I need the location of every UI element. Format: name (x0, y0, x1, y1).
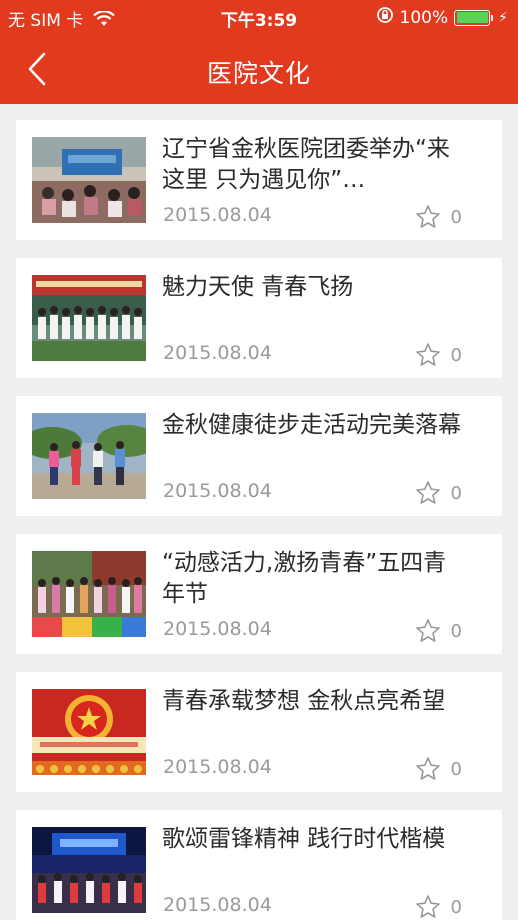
article-list: 辽宁省金秋医院团委举办“来这里 只为遇见你”… 2015.08.04 0 魅力天… (16, 120, 502, 920)
star-icon (415, 343, 440, 366)
favorite-button[interactable]: 0 (415, 894, 462, 920)
article-thumbnail (32, 137, 146, 223)
favorite-count: 0 (450, 620, 462, 642)
article-card[interactable]: 歌颂雷锋精神 践行时代楷模 2015.08.04 0 (16, 810, 502, 920)
article-title: 青春承载梦想 金秋点亮希望 (162, 688, 446, 714)
favorite-count: 0 (450, 206, 462, 228)
star-icon (415, 481, 440, 504)
article-card[interactable]: 辽宁省金秋医院团委举办“来这里 只为遇见你”… 2015.08.04 0 (16, 120, 502, 240)
article-date: 2015.08.04 (163, 894, 272, 916)
article-card[interactable]: 魅力天使 青春飞扬 2015.08.04 0 (16, 258, 502, 378)
favorite-button[interactable]: 0 (415, 618, 462, 644)
article-title: 辽宁省金秋医院团委举办“来这里 只为遇见你”… (162, 136, 450, 193)
article-thumbnail (32, 551, 146, 637)
article-date: 2015.08.04 (163, 480, 272, 502)
nav-bar: 医院文化 (0, 34, 518, 104)
article-thumbnail (32, 275, 146, 361)
favorite-count: 0 (450, 482, 462, 504)
header: 无 SIM 卡 下午3:59 100% ⚡ 医院文化 (0, 0, 518, 104)
article-date: 2015.08.04 (163, 618, 272, 640)
favorite-button[interactable]: 0 (415, 204, 462, 230)
battery-icon (454, 9, 494, 26)
article-card[interactable]: “动感活力,激扬青春”五四青年节 2015.08.04 0 (16, 534, 502, 654)
article-title: 歌颂雷锋精神 践行时代楷模 (162, 826, 446, 852)
favorite-count: 0 (450, 896, 462, 918)
battery-percent: 100% (399, 7, 449, 28)
charging-icon: ⚡ (498, 9, 508, 26)
article-date: 2015.08.04 (163, 342, 272, 364)
page-title: 医院文化 (206, 59, 311, 88)
star-icon (415, 619, 440, 642)
orientation-lock-icon (376, 6, 394, 29)
article-card[interactable]: 青春承载梦想 金秋点亮希望 2015.08.04 0 (16, 672, 502, 792)
favorite-button[interactable]: 0 (415, 480, 462, 506)
status-bar: 无 SIM 卡 下午3:59 100% ⚡ (0, 0, 518, 34)
article-thumbnail (32, 689, 146, 775)
star-icon (415, 895, 440, 918)
article-title: 魅力天使 青春飞扬 (162, 274, 354, 300)
article-card[interactable]: 金秋健康徒步走活动完美落幕 2015.08.04 0 (16, 396, 502, 516)
article-thumbnail (32, 413, 146, 499)
status-right: 100% ⚡ (376, 6, 508, 29)
article-date: 2015.08.04 (163, 756, 272, 778)
favorite-count: 0 (450, 344, 462, 366)
article-title: “动感活力,激扬青春”五四青年节 (162, 550, 447, 607)
article-thumbnail (32, 827, 146, 913)
favorite-button[interactable]: 0 (415, 756, 462, 782)
star-icon (415, 205, 440, 228)
favorite-button[interactable]: 0 (415, 342, 462, 368)
article-date: 2015.08.04 (163, 204, 272, 226)
star-icon (415, 757, 440, 780)
article-title: 金秋健康徒步走活动完美落幕 (162, 412, 461, 438)
favorite-count: 0 (450, 758, 462, 780)
